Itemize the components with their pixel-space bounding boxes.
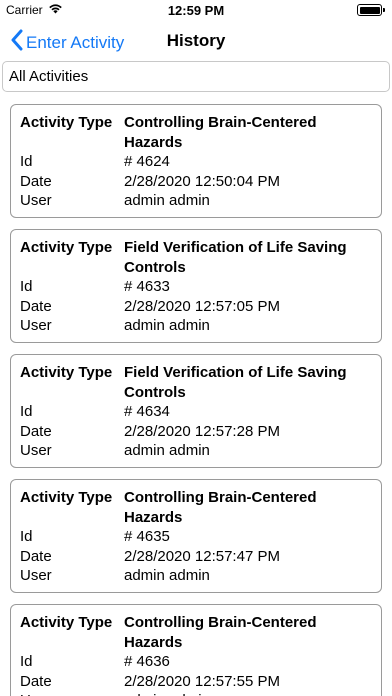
user-row: Useradmin admin [20, 691, 373, 696]
date-label: Date [20, 672, 52, 690]
user-value: admin admin [124, 567, 210, 584]
activity-card[interactable]: Activity Type Controlling Brain-Centered … [10, 104, 382, 218]
date-row: Date 2/28/2020 12:57:05 PM [20, 297, 373, 317]
id-label: Id [20, 278, 33, 295]
user-value: admin admin [124, 442, 210, 459]
activity-type-value: Controlling Brain-Centered Hazards [124, 489, 317, 526]
activity-type-label: Activity Type [20, 114, 113, 131]
date-label: Date [20, 172, 52, 190]
user-row: User admin admin [20, 441, 373, 461]
date-value: 2/28/2020 12:57:28 PM [124, 422, 280, 440]
user-label: User [20, 691, 124, 696]
date-label: Date [20, 547, 52, 565]
activity-card[interactable]: Activity Type Controlling Brain-Centered … [10, 604, 382, 696]
id-label: Id [20, 528, 33, 545]
activity-type-row: Activity Type Controlling Brain-Centered … [20, 113, 373, 152]
user-value: admin admin [124, 691, 373, 696]
activity-type-label: Activity Type [20, 364, 113, 381]
user-label: User [20, 567, 52, 584]
date-label: Date [20, 422, 52, 440]
activity-type-value: Field Verification of Life Saving Contro… [124, 239, 347, 276]
date-row: Date 2/28/2020 12:57:47 PM [20, 547, 373, 567]
activity-type-label: Activity Type [20, 614, 113, 631]
user-label: User [20, 317, 52, 334]
activity-type-row: Activity Type Field Verification of Life … [20, 363, 373, 402]
date-value: 2/28/2020 12:50:04 PM [124, 172, 280, 190]
id-value: # 4636 [124, 653, 170, 670]
activity-type-value: Field Verification of Life Saving Contro… [124, 364, 347, 401]
user-value: admin admin [124, 192, 210, 209]
activity-card[interactable]: Activity Type Field Verification of Life … [10, 229, 382, 343]
navigation-bar: Enter Activity History [0, 22, 392, 60]
user-value: admin admin [124, 317, 210, 334]
id-value: # 4624 [124, 153, 170, 170]
date-label: Date [20, 297, 52, 315]
battery-icon [357, 4, 385, 16]
status-time: 12:59 PM [167, 3, 225, 18]
id-value: # 4634 [124, 403, 170, 420]
status-bar: Carrier 12:59 PM [0, 0, 392, 22]
user-row: User admin admin [20, 566, 373, 586]
activity-filter-select[interactable]: All Activities [2, 61, 390, 92]
id-row: Id # 4634 [20, 402, 373, 422]
id-row: Id # 4624 [20, 152, 373, 172]
id-label: Id [20, 153, 33, 170]
status-right [357, 4, 385, 16]
id-row: Id # 4636 [20, 652, 373, 672]
activity-type-value: Controlling Brain-Centered Hazards [124, 114, 317, 151]
activity-type-row: Activity Type Controlling Brain-Centered … [20, 488, 373, 527]
activity-type-value: Controlling Brain-Centered Hazards [124, 614, 317, 651]
user-label: User [20, 442, 52, 459]
activity-type-row: Activity Type Field Verification of Life … [20, 238, 373, 277]
page-title: History [166, 31, 226, 50]
activity-type-label: Activity Type [20, 239, 113, 256]
id-value: # 4635 [124, 528, 170, 545]
activity-card[interactable]: Activity Type Controlling Brain-Centered … [10, 479, 382, 593]
activity-type-row: Activity Type Controlling Brain-Centered … [20, 613, 373, 652]
id-value: # 4633 [124, 278, 170, 295]
date-row: Date 2/28/2020 12:57:55 PM [20, 672, 373, 692]
activity-card[interactable]: Activity Type Field Verification of Life … [10, 354, 382, 468]
activity-list: Activity Type Controlling Brain-Centered … [10, 104, 382, 696]
date-value: 2/28/2020 12:57:05 PM [124, 297, 280, 315]
id-row: Id # 4635 [20, 527, 373, 547]
activity-type-label: Activity Type [20, 489, 113, 506]
date-row: Date 2/28/2020 12:50:04 PM [20, 172, 373, 192]
user-label: User [20, 192, 52, 209]
date-row: Date 2/28/2020 12:57:28 PM [20, 422, 373, 442]
date-value: 2/28/2020 12:57:47 PM [124, 547, 280, 565]
user-row: User admin admin [20, 191, 373, 211]
id-label: Id [20, 403, 33, 420]
id-row: Id # 4633 [20, 277, 373, 297]
date-value: 2/28/2020 12:57:55 PM [124, 672, 280, 690]
id-label: Id [20, 653, 33, 670]
user-row: User admin admin [20, 316, 373, 336]
